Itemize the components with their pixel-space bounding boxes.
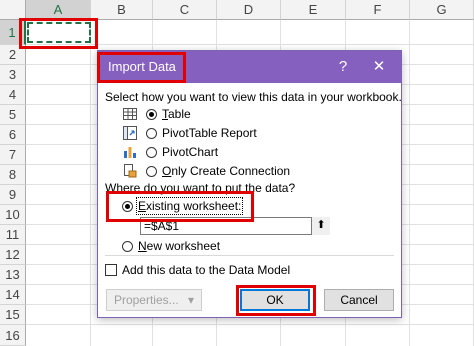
gridline — [26, 44, 474, 45]
select-all-corner[interactable] — [0, 0, 26, 20]
connection-icon — [122, 163, 138, 179]
row-header-8[interactable]: 8 — [0, 165, 26, 185]
row-header-4[interactable]: 4 — [0, 85, 26, 105]
option-pivotchart-label: PivotChart — [162, 145, 219, 159]
row-header-5[interactable]: 5 — [0, 105, 26, 125]
radio-pivotchart[interactable] — [146, 146, 157, 158]
row-header-2[interactable]: 2 — [0, 45, 26, 65]
selected-cell-a1[interactable] — [27, 22, 91, 43]
new-worksheet-label: New worksheet — [138, 239, 221, 253]
row-header-11[interactable]: 11 — [0, 225, 26, 245]
cell-reference-input[interactable]: =$A$1 — [140, 217, 330, 235]
ok-button[interactable]: OK — [240, 289, 310, 311]
properties-button[interactable]: Properties... ▾ — [106, 289, 202, 311]
radio-pivottable-report[interactable] — [146, 127, 157, 139]
column-header-e[interactable]: E — [281, 0, 346, 20]
column-header-a[interactable]: A — [26, 0, 91, 20]
cancel-button[interactable]: Cancel — [324, 289, 394, 311]
option-pivotchart[interactable]: PivotChart — [122, 143, 218, 161]
row-header-9[interactable]: 9 — [0, 185, 26, 205]
collapse-dialog-button[interactable]: ⬆ — [311, 217, 330, 235]
row-header-6[interactable]: 6 — [0, 125, 26, 145]
option-table-label: Table — [162, 107, 191, 121]
option-pivottable-report[interactable]: PivotTable Report — [122, 124, 257, 142]
radio-only-create-connection[interactable] — [146, 165, 157, 177]
gridline — [90, 20, 91, 346]
close-icon: ✕ — [372, 58, 386, 75]
column-header-d[interactable]: D — [217, 0, 281, 20]
data-model-checkbox[interactable] — [105, 264, 117, 276]
put-data-prompt: Where do you want to put the data? — [105, 181, 296, 195]
row-header-7[interactable]: 7 — [0, 145, 26, 165]
option-new-worksheet[interactable]: New worksheet — [122, 237, 220, 255]
dialog-separator — [105, 255, 394, 256]
data-model-option[interactable]: Add this data to the Data Model — [105, 261, 290, 279]
row-header-14[interactable]: 14 — [0, 285, 26, 305]
row-header-16[interactable]: 16 — [0, 325, 26, 346]
dropdown-arrow-icon: ▾ — [188, 293, 195, 307]
gridline — [409, 20, 410, 346]
option-table[interactable]: Table — [122, 105, 191, 123]
row-header-1[interactable]: 1 — [0, 20, 26, 45]
radio-table[interactable] — [146, 108, 157, 120]
column-header-f[interactable]: F — [346, 0, 410, 20]
option-pivottable-label: PivotTable Report — [162, 126, 257, 140]
gridline — [26, 324, 474, 325]
collapse-arrow-icon: ⬆ — [316, 219, 326, 231]
option-existing-worksheet[interactable]: Existing worksheet: — [122, 197, 244, 215]
radio-new-worksheet[interactable] — [122, 240, 133, 252]
dialog-titlebar[interactable]: Import Data ? ✕ — [98, 51, 401, 83]
pivotchart-icon — [122, 144, 138, 160]
row-header-15[interactable]: 15 — [0, 305, 26, 325]
data-model-label: Add this data to the Data Model — [122, 263, 291, 277]
row-header-12[interactable]: 12 — [0, 245, 26, 265]
column-header-c[interactable]: C — [153, 0, 217, 20]
table-icon — [122, 106, 138, 122]
row-header-13[interactable]: 13 — [0, 265, 26, 285]
column-header-g[interactable]: G — [410, 0, 474, 20]
radio-existing-worksheet[interactable] — [122, 200, 133, 212]
close-button[interactable]: ✕ — [367, 55, 391, 79]
row-header-3[interactable]: 3 — [0, 65, 26, 85]
help-button[interactable]: ? — [331, 55, 355, 79]
help-icon: ? — [338, 58, 348, 75]
option-connection-label: Only Create Connection — [162, 164, 291, 178]
view-prompt: Select how you want to view this data in… — [105, 90, 402, 104]
row-header-10[interactable]: 10 — [0, 205, 26, 225]
option-only-create-connection[interactable]: Only Create Connection — [122, 162, 290, 180]
import-data-dialog: Import Data ? ✕ Select how you want to v… — [97, 50, 402, 318]
column-header-b[interactable]: B — [91, 0, 153, 20]
existing-worksheet-label: Existing worksheet: — [135, 197, 244, 215]
pivottable-icon — [122, 125, 138, 141]
dialog-title: Import Data — [108, 59, 176, 74]
